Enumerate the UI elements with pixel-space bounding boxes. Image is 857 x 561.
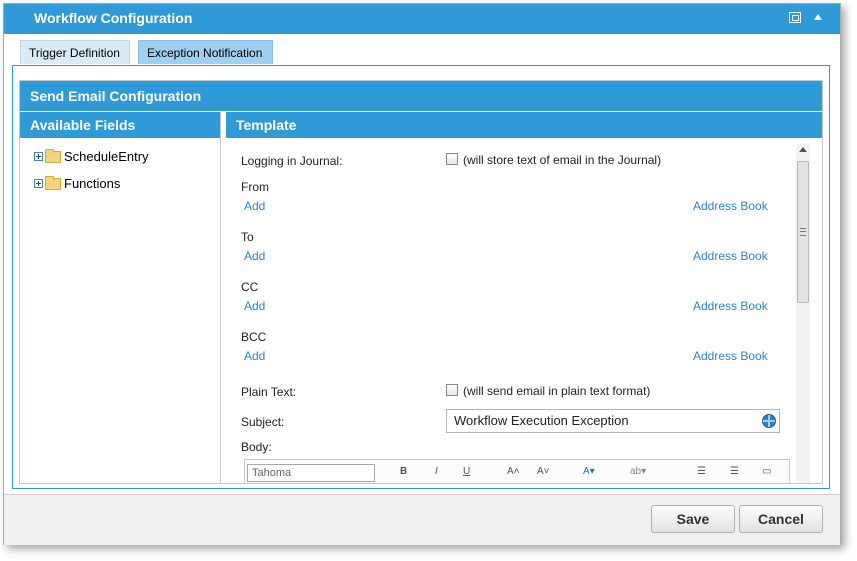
grip-icon [800, 228, 806, 236]
logging-checkbox[interactable] [446, 153, 458, 165]
cancel-button[interactable]: Cancel [739, 505, 823, 533]
tab-exception-notification[interactable]: Exception Notification [138, 40, 273, 64]
shrink-font-icon[interactable]: A˅ [537, 466, 550, 477]
tree-item-label: Functions [64, 176, 121, 191]
logging-checkbox-text: (will store text of email in the Journal… [463, 153, 662, 167]
from-label: From [241, 180, 269, 194]
logging-label: Logging in Journal: [241, 154, 343, 168]
highlight-color-icon[interactable]: ab▾ [630, 466, 646, 477]
to-address-book-link[interactable]: Address Book [693, 249, 768, 263]
expand-icon[interactable] [34, 179, 43, 188]
bcc-address-book-link[interactable]: Address Book [693, 349, 768, 363]
align-center-icon[interactable]: ☰ [730, 466, 739, 477]
align-left-icon[interactable]: ☰ [697, 466, 706, 477]
insert-image-icon[interactable]: ▭ [762, 466, 771, 477]
scroll-up-icon[interactable] [799, 147, 807, 152]
tab-bar: Trigger Definition Exception Notificatio… [4, 34, 840, 65]
plain-text-checkbox[interactable] [446, 384, 458, 396]
plain-text-label: Plain Text: [241, 385, 297, 399]
grow-font-icon[interactable]: A˄ [507, 466, 520, 477]
folder-icon [45, 149, 61, 163]
rich-text-toolbar: Tahoma B I U A˄ A˅ A▾ ab▾ ☰ ☰ ▭ [244, 459, 790, 483]
bcc-label: BCC [241, 330, 267, 344]
to-add-link[interactable]: Add [244, 249, 265, 263]
globe-icon[interactable] [762, 414, 776, 428]
template-panel: Template Logging in Journal: (will store… [226, 112, 822, 483]
italic-icon[interactable]: I [435, 466, 438, 477]
font-color-icon[interactable]: A▾ [583, 466, 595, 477]
maximize-icon[interactable] [789, 12, 801, 23]
cc-label: CC [241, 280, 259, 294]
folder-icon [45, 176, 61, 190]
tree-item-label: ScheduleEntry [64, 149, 149, 164]
cc-address-book-link[interactable]: Address Book [693, 299, 768, 313]
dialog-titlebar: Workflow Configuration [4, 4, 840, 34]
template-scrollbar[interactable] [796, 144, 810, 483]
section-title: Send Email Configuration [20, 81, 822, 111]
to-label: To [241, 230, 254, 244]
bcc-add-link[interactable]: Add [244, 349, 265, 363]
from-address-book-link[interactable]: Address Book [693, 199, 768, 213]
bold-icon[interactable]: B [400, 466, 407, 477]
underline-icon[interactable]: U [463, 466, 470, 477]
available-fields-header: Available Fields [20, 112, 220, 138]
workflow-configuration-dialog: Workflow Configuration Trigger Definitio… [3, 3, 841, 545]
template-header: Template [226, 112, 822, 138]
from-add-link[interactable]: Add [244, 199, 265, 213]
available-fields-panel: Available Fields ScheduleEntry Functions [20, 112, 221, 483]
tab-trigger-definition[interactable]: Trigger Definition [20, 40, 130, 64]
subject-input[interactable]: Workflow Execution Exception [446, 409, 780, 433]
plain-text-checkbox-text: (will send email in plain text format) [463, 384, 651, 398]
scroll-thumb[interactable] [797, 161, 809, 303]
save-button[interactable]: Save [651, 505, 735, 533]
tab-panel: Send Email Configuration Available Field… [12, 65, 830, 489]
dialog-footer: Save Cancel [4, 494, 840, 545]
template-form: Logging in Journal: (will store text of … [226, 138, 822, 483]
cc-add-link[interactable]: Add [244, 299, 265, 313]
body-label: Body: [241, 440, 272, 454]
dialog-title: Workflow Configuration [34, 10, 193, 26]
subject-value: Workflow Execution Exception [454, 413, 629, 428]
subject-label: Subject: [241, 415, 285, 429]
collapse-icon[interactable] [814, 14, 822, 20]
font-select[interactable]: Tahoma [247, 464, 375, 482]
email-config-panel: Send Email Configuration Available Field… [19, 80, 823, 484]
expand-icon[interactable] [34, 152, 43, 161]
